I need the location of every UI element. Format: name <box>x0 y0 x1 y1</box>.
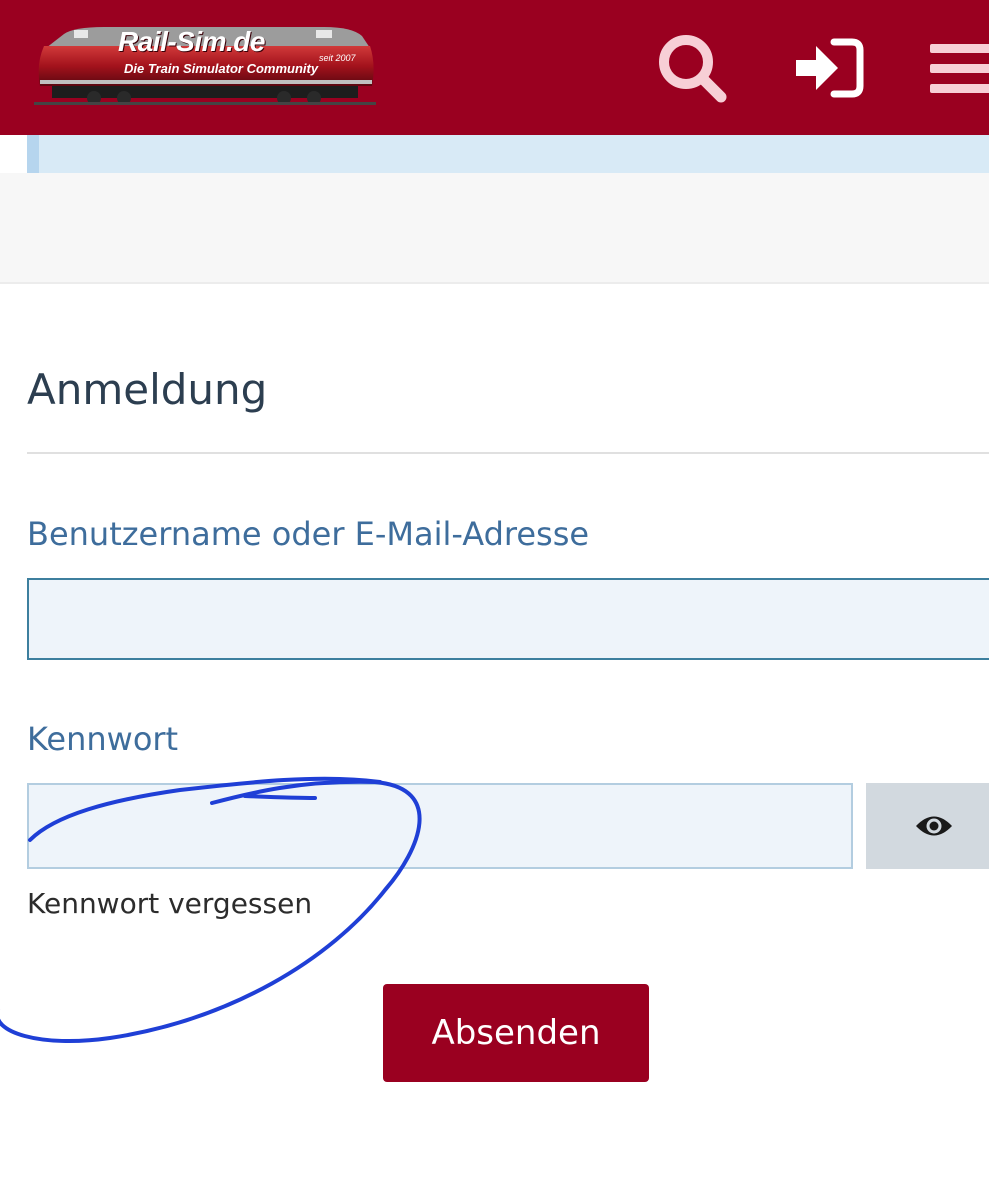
title-divider <box>27 452 989 454</box>
eye-icon <box>915 816 952 836</box>
password-input[interactable] <box>27 783 853 869</box>
hamburger-menu-icon <box>930 44 989 93</box>
show-password-button[interactable] <box>866 783 989 869</box>
password-label: Kennwort <box>27 720 179 758</box>
username-label: Benutzername oder E-Mail-Adresse <box>27 515 590 553</box>
logo-since: seit 2007 <box>319 53 356 63</box>
sign-in-icon <box>796 38 864 98</box>
username-input[interactable] <box>27 578 989 660</box>
site-logo[interactable]: Rail-Sim.de Die Train Simulator Communit… <box>34 24 376 108</box>
page-title: Anmeldung <box>27 365 268 414</box>
logo-tagline: Die Train Simulator Community <box>124 61 319 76</box>
forgot-password-link[interactable]: Kennwort vergessen <box>27 887 312 920</box>
site-header: Rail-Sim.de Die Train Simulator Communit… <box>0 0 989 135</box>
login-button[interactable] <box>788 32 868 104</box>
logo-title: Rail-Sim.de <box>118 26 265 57</box>
submit-button[interactable]: Absenden <box>383 984 649 1082</box>
page: Rail-Sim.de Die Train Simulator Communit… <box>0 0 989 1200</box>
search-icon <box>659 35 727 103</box>
search-button[interactable] <box>652 32 732 104</box>
content-spacer <box>0 173 989 284</box>
menu-button[interactable] <box>922 32 989 104</box>
info-notice <box>27 135 989 173</box>
